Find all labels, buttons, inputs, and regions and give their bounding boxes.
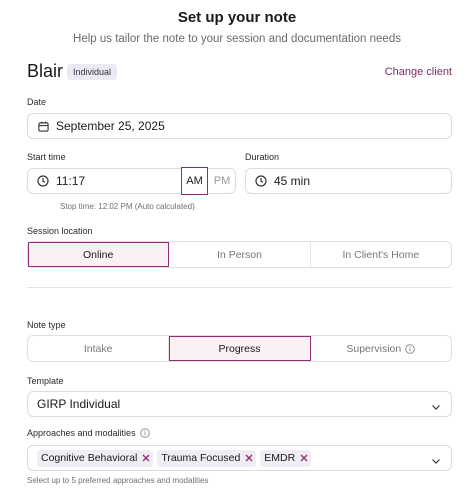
- info-icon: [139, 428, 150, 438]
- stop-time-hint: Stop time: 12:02 PM (Auto calculated): [60, 202, 195, 211]
- chip-label: EMDR: [264, 452, 296, 464]
- supervision-label: Supervision: [346, 342, 402, 355]
- page-title: Set up your note: [177, 9, 297, 26]
- chip-label: Cognitive Behavioral: [41, 452, 138, 464]
- change-client-link[interactable]: Change client: [385, 66, 452, 78]
- note-type-option-supervision[interactable]: Supervision: [311, 336, 451, 361]
- duration-value: 45 min: [274, 174, 311, 188]
- template-label: Template: [27, 376, 64, 386]
- note-type-segmented: Intake Progress Supervision: [27, 335, 452, 362]
- duration-label: Duration: [245, 152, 280, 162]
- date-field[interactable]: September 25, 2025: [27, 113, 452, 139]
- close-icon[interactable]: [242, 451, 256, 465]
- location-option-in-person[interactable]: In Person: [169, 242, 311, 267]
- note-type-option-progress[interactable]: Progress: [169, 336, 311, 361]
- duration-field[interactable]: 45 min: [245, 168, 452, 194]
- clock-icon: [36, 174, 50, 188]
- template-select[interactable]: GIRP Individual: [27, 391, 452, 417]
- start-time-label: Start time: [27, 152, 66, 162]
- close-icon[interactable]: [139, 451, 153, 465]
- section-divider: [27, 287, 452, 288]
- date-value: September 25, 2025: [56, 119, 165, 133]
- note-type-label: Note type: [27, 320, 66, 330]
- info-icon: [405, 343, 416, 354]
- approaches-hint: Select up to 5 preferred approaches and …: [27, 476, 209, 485]
- pm-toggle[interactable]: PM: [210, 167, 234, 195]
- client-type-badge: Individual: [67, 64, 118, 80]
- template-value: GIRP Individual: [37, 397, 121, 411]
- approaches-label-row: Approaches and modalities: [27, 428, 150, 438]
- approaches-multiselect[interactable]: Cognitive Behavioral Trauma Focused EMDR: [27, 445, 452, 471]
- note-type-option-intake[interactable]: Intake: [28, 336, 170, 361]
- page-subtitle: Help us tailor the note to your session …: [73, 33, 401, 45]
- chevron-down-icon[interactable]: [431, 453, 441, 464]
- approaches-label: Approaches and modalities: [27, 428, 136, 438]
- chevron-down-icon: [431, 399, 441, 410]
- client-name: Blair: [27, 61, 64, 81]
- session-location-label: Session location: [27, 226, 93, 236]
- location-option-online[interactable]: Online: [28, 242, 170, 267]
- chip-label: Trauma Focused: [161, 452, 241, 464]
- date-label: Date: [27, 97, 47, 107]
- location-option-clients-home[interactable]: In Client's Home: [311, 242, 451, 267]
- chip-emdr: EMDR: [260, 449, 312, 467]
- clock-icon: [254, 174, 268, 188]
- calendar-icon: [36, 119, 50, 133]
- session-location-segmented: Online In Person In Client's Home: [27, 241, 452, 268]
- start-time-value: 11:17: [56, 174, 86, 188]
- am-toggle[interactable]: AM: [181, 167, 208, 195]
- chip-cognitive-behavioral: Cognitive Behavioral: [37, 449, 154, 467]
- close-icon[interactable]: [297, 451, 311, 465]
- chip-trauma-focused: Trauma Focused: [157, 449, 257, 467]
